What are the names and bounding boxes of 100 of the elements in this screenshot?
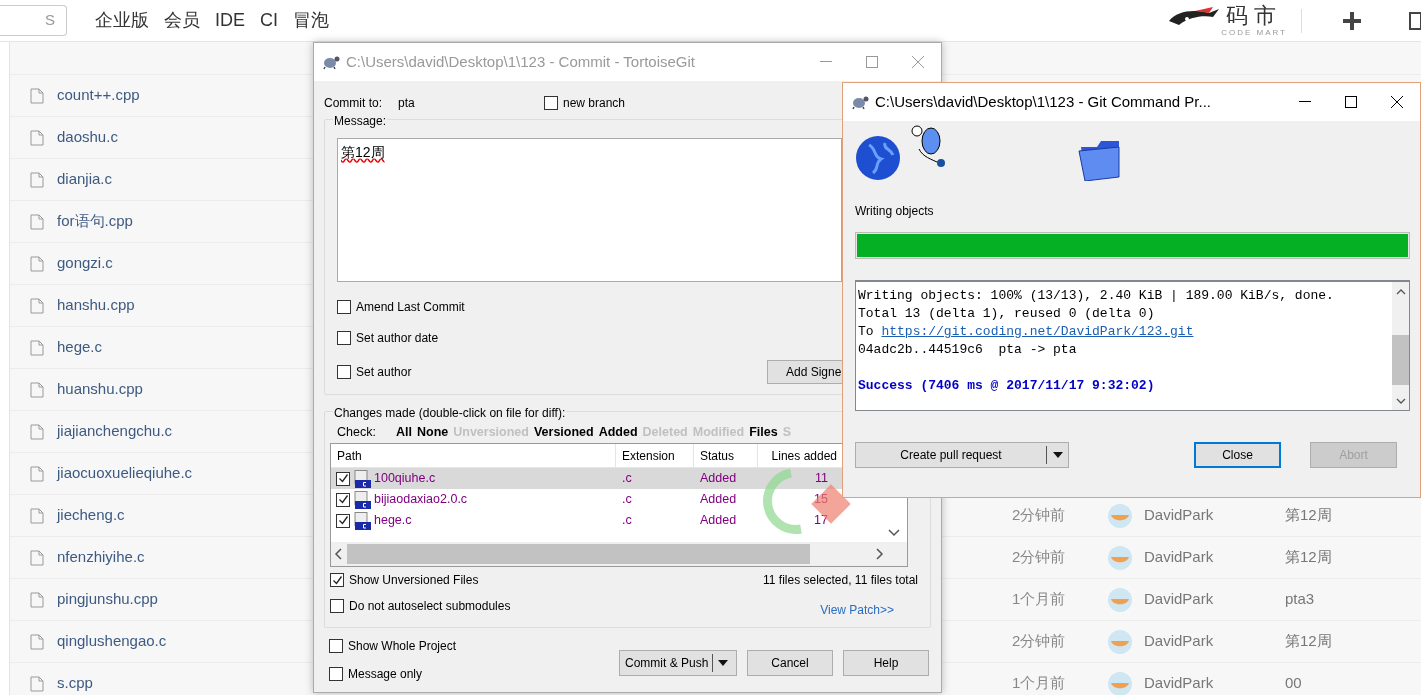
file-link[interactable]: count++.cpp: [57, 84, 140, 107]
file-link[interactable]: jiecheng.c: [57, 504, 125, 527]
file-path: 100qiuhe.c: [374, 470, 436, 488]
log-line: 04adc2b..44519c6 pta -> pta: [858, 341, 1078, 359]
checkbox-option[interactable]: Amend Last Commit: [337, 298, 767, 316]
check-filter-link[interactable]: None: [417, 422, 449, 442]
scrollbar-thumb[interactable]: [1392, 335, 1409, 385]
dialog-button[interactable]: Close: [1194, 442, 1281, 468]
file-icon: [30, 213, 44, 230]
file-icon: [30, 129, 44, 146]
commit-message: 第12周: [1285, 547, 1332, 568]
file-link[interactable]: jiajianchengchu.c: [57, 420, 173, 443]
checkbox-option[interactable]: Set author: [337, 363, 767, 381]
check-filter-link[interactable]: Files: [749, 422, 778, 442]
stage-label: Writing objects: [855, 203, 935, 220]
file-link[interactable]: nfenzhiyihe.c: [57, 546, 145, 569]
checkbox-option[interactable]: new branch: [544, 94, 626, 112]
minimize-icon: [820, 61, 832, 63]
column-header[interactable]: Extension: [616, 444, 694, 467]
file-status: Added: [699, 470, 738, 488]
log-line: Writing objects: 100% (13/13), 2.40 KiB | 189.00 KiB/s, done.: [858, 287, 1335, 305]
commit-message: 00: [1285, 673, 1302, 694]
checkbox-option[interactable]: Do not autoselect submodules: [330, 597, 511, 615]
file-icon: [30, 591, 44, 608]
file-icon: [30, 171, 44, 188]
nav-link[interactable]: 会员: [164, 7, 200, 34]
file-link[interactable]: s.cpp: [57, 672, 93, 695]
file-link[interactable]: hege.c: [57, 336, 103, 359]
view-patch-link[interactable]: View Patch>>: [820, 601, 894, 619]
avatar-icon: [1108, 587, 1132, 612]
maximize-icon: [1345, 96, 1357, 108]
checkbox-option[interactable]: Show Unversioned Files: [330, 571, 511, 589]
checkmark-icon: [331, 574, 343, 586]
check-label: Check:: [337, 423, 377, 441]
signoff-button[interactable]: Add Signe: [767, 360, 842, 384]
file-link[interactable]: hanshu.cpp: [57, 294, 135, 317]
check-filter-link[interactable]: Versioned: [533, 422, 594, 442]
nav-link[interactable]: 冒泡: [293, 7, 329, 34]
column-header[interactable]: Status: [694, 444, 758, 467]
commit-message: 第12周: [1285, 505, 1332, 526]
file-extension: .c: [621, 470, 633, 488]
pull-request-button[interactable]: Create pull request: [855, 442, 1069, 468]
logo-tagline: CODE MART: [1221, 28, 1287, 37]
row-checkbox[interactable]: [336, 513, 350, 528]
file-path: hege.c: [374, 512, 412, 530]
c-file-icon: [353, 469, 371, 488]
dialog-button[interactable]: Cancel: [747, 650, 833, 676]
file-icon: [30, 381, 44, 398]
c-file-icon: [353, 511, 371, 530]
check-filter-link[interactable]: All: [396, 422, 412, 442]
file-link[interactable]: gongzi.c: [57, 252, 113, 275]
commit-time: 2分钟前: [1012, 631, 1066, 652]
checkbox-option[interactable]: Show Whole Project: [329, 637, 457, 655]
file-status: Added: [699, 491, 738, 509]
file-link[interactable]: for语句.cpp: [57, 210, 133, 233]
avatar-icon: [1108, 629, 1132, 654]
author-name: DavidPark: [1144, 673, 1214, 694]
close-icon: [912, 56, 924, 68]
file-link[interactable]: dianjia.c: [57, 168, 113, 191]
file-link[interactable]: pingjunshu.cpp: [57, 588, 158, 611]
file-link[interactable]: qinglushengao.c: [57, 630, 167, 653]
globe-icon: [855, 135, 901, 181]
commit-message: 第12周: [1285, 631, 1332, 652]
commit-time: 2分钟前: [1012, 505, 1066, 526]
repository-link[interactable]: https://git.coding.net/DavidPark/123.git: [881, 324, 1194, 339]
avatar-icon: [1108, 545, 1132, 570]
lines-added: 15: [813, 491, 829, 509]
file-link[interactable]: daoshu.c: [57, 126, 118, 149]
c-file-icon: [353, 490, 371, 509]
file-icon: [30, 87, 44, 104]
file-link[interactable]: huanshu.cpp: [57, 378, 143, 401]
row-checkbox[interactable]: [336, 492, 350, 507]
file-link[interactable]: jiaocuoxuelieqiuhe.c: [57, 462, 193, 485]
scrollbar-thumb[interactable]: [347, 544, 810, 564]
turtle-drawing-icon: [909, 125, 947, 169]
dialog-button[interactable]: Help: [843, 650, 929, 676]
commit-message: pta3: [1285, 589, 1315, 610]
nav-link[interactable]: CI: [260, 7, 278, 34]
author-name: DavidPark: [1144, 631, 1214, 652]
avatar-icon: [1108, 503, 1132, 528]
message-field[interactable]: 第12周: [337, 138, 842, 282]
nav-link[interactable]: 企业版: [95, 7, 149, 34]
file-icon: [30, 633, 44, 650]
plus-icon[interactable]: [1342, 10, 1362, 31]
file-icon: [30, 507, 44, 524]
author-name: DavidPark: [1144, 547, 1214, 568]
file-icon: [30, 549, 44, 566]
row-checkbox[interactable]: [336, 471, 350, 486]
commit-time: 1个月前: [1012, 673, 1066, 694]
commit-to-label: Commit to:: [324, 95, 383, 112]
nav-link[interactable]: IDE: [215, 7, 245, 34]
close-icon: [1391, 96, 1403, 108]
check-filter-link[interactable]: Added: [598, 422, 638, 442]
column-header[interactable]: Path: [331, 444, 616, 467]
selection-summary: 11 files selected, 11 files total: [763, 572, 918, 589]
checkbox-option[interactable]: Set author date: [337, 329, 767, 347]
file-extension: .c: [621, 512, 633, 530]
commit-push-button[interactable]: Commit & Push: [619, 650, 737, 676]
branch-name: pta: [398, 95, 416, 112]
checkbox-option[interactable]: Message only: [329, 665, 457, 683]
